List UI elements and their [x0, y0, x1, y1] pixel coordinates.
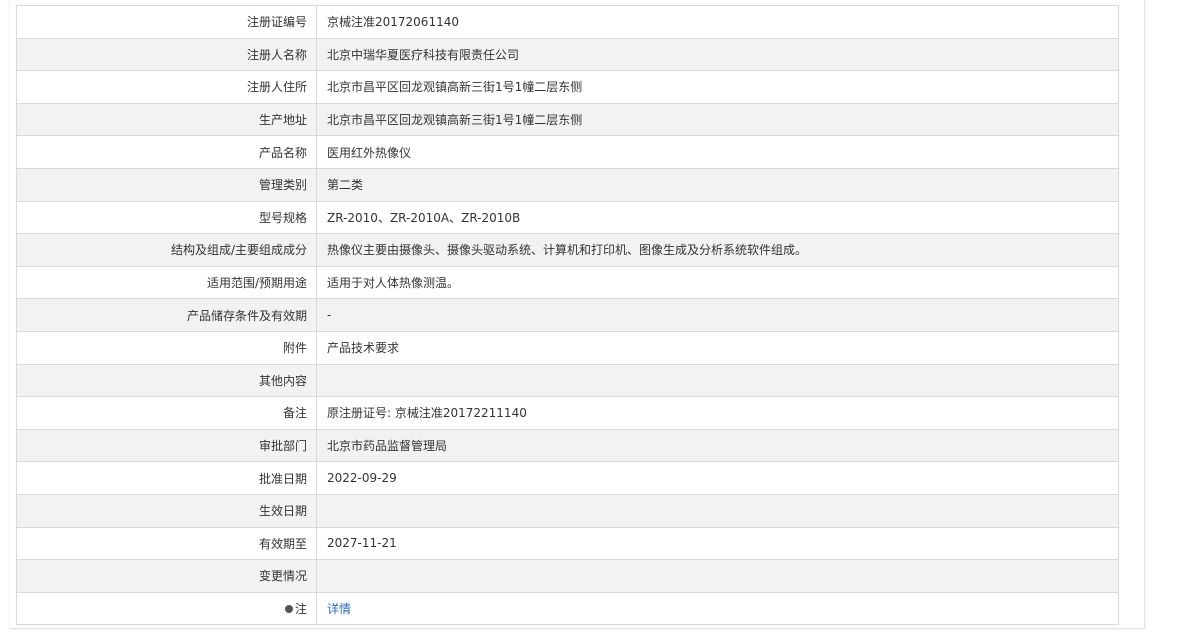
row-value: 2027-11-21 — [316, 526, 1119, 561]
row-label: 附件 — [16, 330, 317, 365]
table-row: 备注 原注册证号: 京械注准20172211140 — [16, 396, 1119, 430]
row-value: 原注册证号: 京械注准20172211140 — [316, 396, 1119, 430]
row-value: 北京市昌平区回龙观镇高新三街1号1幢二层东侧 — [316, 70, 1119, 104]
row-label: 注册人名称 — [16, 37, 317, 72]
row-label: 适用范围/预期用途 — [16, 265, 317, 300]
table-row: 注册证编号 京械注准20172061140 — [16, 5, 1119, 39]
table-row: 有效期至 2027-11-21 — [16, 526, 1119, 561]
row-value: 北京中瑞华夏医疗科技有限责任公司 — [316, 37, 1119, 72]
row-value: 2022-09-29 — [316, 461, 1119, 495]
row-label: 结构及组成/主要组成成分 — [16, 233, 317, 267]
row-label: 审批部门 — [16, 428, 317, 463]
table-row: 注册人名称 北京中瑞华夏医疗科技有限责任公司 — [16, 37, 1119, 72]
row-value: - — [316, 298, 1119, 332]
row-label: 产品储存条件及有效期 — [16, 298, 317, 332]
row-label: 注册人住所 — [16, 70, 317, 104]
row-value: 京械注准20172061140 — [316, 5, 1119, 39]
row-label: 产品名称 — [16, 135, 317, 169]
row-value: 北京市药品监督管理局 — [316, 428, 1119, 463]
row-label: 生产地址 — [16, 102, 317, 137]
table-row: 附件 产品技术要求 — [16, 330, 1119, 365]
row-value: 热像仪主要由摄像头、摄像头驱动系统、计算机和打印机、图像生成及分析系统软件组成。 — [316, 233, 1119, 267]
row-value — [316, 559, 1119, 593]
table-row: 适用范围/预期用途 适用于对人体热像测温。 — [16, 265, 1119, 300]
row-label: 批准日期 — [16, 461, 317, 495]
row-value: 适用于对人体热像测温。 — [316, 265, 1119, 300]
row-value: 医用红外热像仪 — [316, 135, 1119, 169]
table-row: 管理类别 第二类 — [16, 167, 1119, 202]
table-row: 注册人住所 北京市昌平区回龙观镇高新三街1号1幢二层东侧 — [16, 70, 1119, 104]
table-row: 型号规格 ZR-2010、ZR-2010A、ZR-2010B — [16, 200, 1119, 235]
row-value: ZR-2010、ZR-2010A、ZR-2010B — [316, 200, 1119, 235]
table-row: 生效日期 — [16, 493, 1119, 528]
table-row: 产品储存条件及有效期 - — [16, 298, 1119, 332]
table-row: 变更情况 — [16, 559, 1119, 593]
note-label-cell: 注 — [16, 591, 317, 626]
row-value: 北京市昌平区回龙观镇高新三街1号1幢二层东侧 — [316, 102, 1119, 137]
row-value — [316, 363, 1119, 398]
row-label: 变更情况 — [16, 559, 317, 593]
note-dot-icon — [284, 604, 293, 613]
row-label: 型号规格 — [16, 200, 317, 235]
row-value — [316, 493, 1119, 528]
row-label: 注 — [294, 601, 307, 616]
table-row: 注 详情 — [16, 591, 1119, 626]
table-row: 生产地址 北京市昌平区回龙观镇高新三街1号1幢二层东侧 — [16, 102, 1119, 137]
details-link[interactable]: 详情 — [327, 602, 351, 616]
table-row: 产品名称 医用红外热像仪 — [16, 135, 1119, 169]
row-value: 第二类 — [316, 167, 1119, 202]
row-label: 管理类别 — [16, 167, 317, 202]
row-label: 备注 — [16, 396, 317, 430]
row-label: 有效期至 — [16, 526, 317, 561]
table-row: 结构及组成/主要组成成分 热像仪主要由摄像头、摄像头驱动系统、计算机和打印机、图… — [16, 233, 1119, 267]
row-label: 注册证编号 — [16, 5, 317, 39]
table-row: 批准日期 2022-09-29 — [16, 461, 1119, 495]
row-label: 生效日期 — [16, 493, 317, 528]
row-value: 产品技术要求 — [316, 330, 1119, 365]
row-value: 详情 — [316, 591, 1119, 626]
table-row: 其他内容 — [16, 363, 1119, 398]
table-row: 审批部门 北京市药品监督管理局 — [16, 428, 1119, 463]
registration-detail-table: 注册证编号 京械注准20172061140 注册人名称 北京中瑞华夏医疗科技有限… — [16, 5, 1119, 626]
row-label: 其他内容 — [16, 363, 317, 398]
